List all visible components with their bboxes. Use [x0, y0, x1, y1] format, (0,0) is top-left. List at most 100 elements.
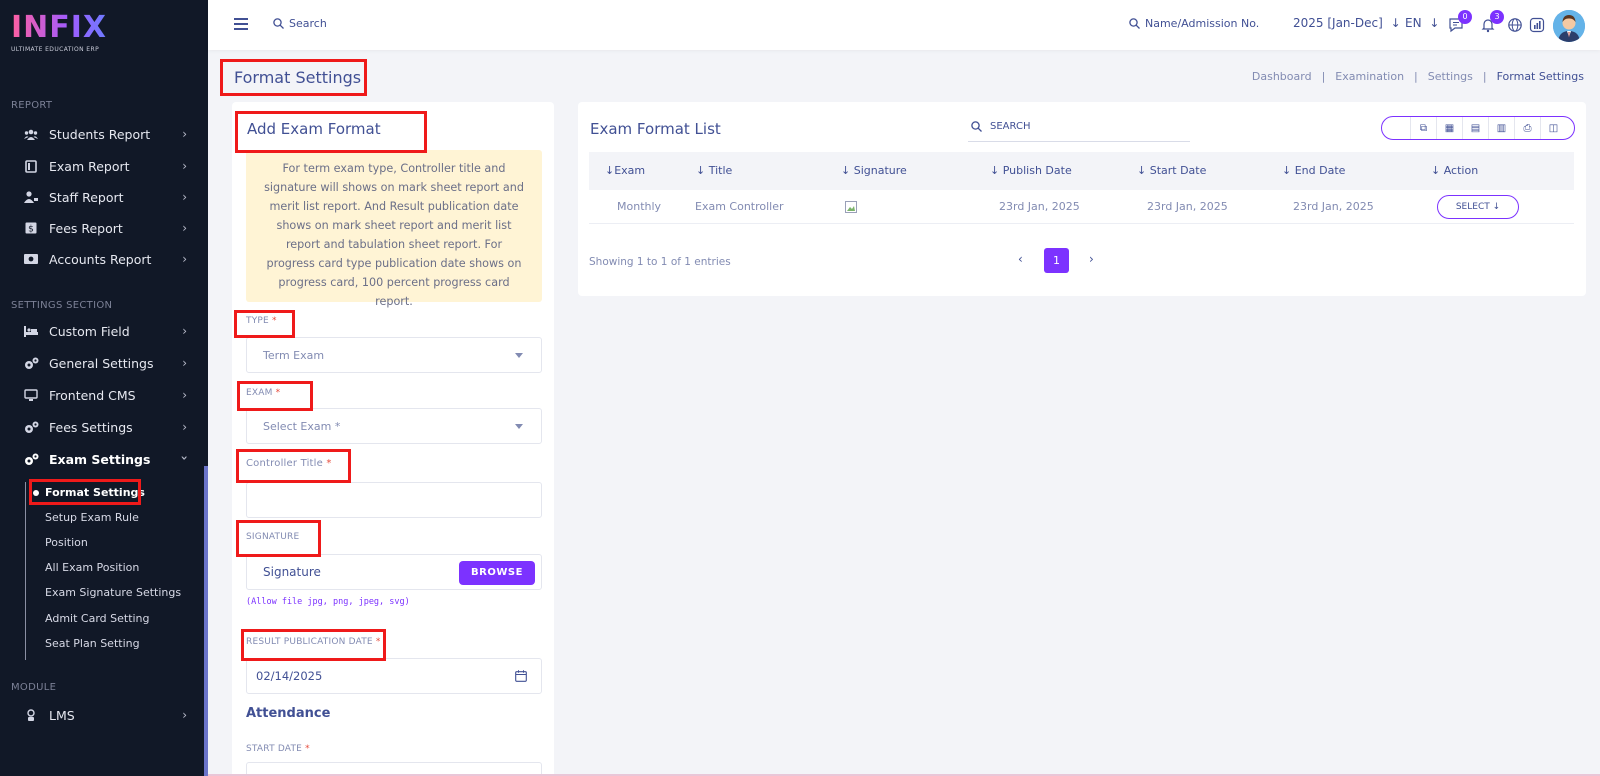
sidebar-subitem-exam-signature-settings[interactable]: Exam Signature Settings [45, 583, 181, 603]
sidebar-subitem-admit-card-setting[interactable]: Admit Card Setting [45, 609, 150, 629]
controller-title-input[interactable] [246, 482, 542, 518]
breadcrumb-settings[interactable]: Settings [1428, 70, 1473, 83]
select-action-label: SELECT [1455, 202, 1490, 212]
search-icon [273, 18, 284, 29]
sidebar-item-exam-settings[interactable]: Exam Settings › [0, 444, 204, 474]
browse-button[interactable]: BROWSE [459, 561, 535, 585]
sidebar-item-label: Exam Settings [49, 451, 151, 467]
chevron-right-icon: › [182, 159, 187, 173]
exam-select[interactable]: Select Exam * [246, 408, 542, 444]
annotation-box-exam [237, 381, 313, 411]
sidebar-subitem-all-exam-position[interactable]: All Exam Position [45, 558, 139, 578]
hamburger-menu-icon[interactable] [234, 18, 248, 33]
monitor-icon [23, 388, 39, 402]
signature-file-input[interactable]: Signature BROWSE [246, 554, 542, 590]
sidebar-item-students-report[interactable]: Students Report › [0, 119, 204, 149]
copy-icon[interactable]: ⧉ [1410, 117, 1436, 139]
sidebar-item-accounts-report[interactable]: Accounts Report › [0, 244, 204, 274]
sidebar-scrollbar[interactable] [204, 466, 208, 776]
table-row: Monthly Exam Controller 23rd Jan, 2025 2… [589, 190, 1574, 224]
column-header-action[interactable]: ↓ Action [1431, 164, 1478, 177]
sidebar-item-label: Frontend CMS [49, 387, 136, 403]
caret-down-icon [515, 424, 523, 429]
annotation-box-format-settings [29, 479, 141, 505]
sidebar-item-fees-report[interactable]: $ Fees Report › [0, 213, 204, 243]
cell-title: Exam Controller [695, 200, 784, 213]
section-title-report: REPORT [11, 100, 53, 111]
book-icon [23, 159, 39, 173]
column-header-publish-date[interactable]: ↓ Publish Date [990, 164, 1072, 177]
pagination-next-icon[interactable]: › [1089, 252, 1094, 266]
academic-year-label: 2025 [Jan-Dec] [1293, 16, 1383, 30]
sidebar-item-general-settings[interactable]: General Settings › [0, 348, 204, 378]
sidebar-item-custom-field[interactable]: Custom Field › [0, 316, 204, 346]
sidebar-item-exam-report[interactable]: Exam Report › [0, 151, 204, 181]
sidebar-item-label: General Settings [49, 355, 154, 371]
type-select[interactable]: Term Exam [246, 337, 542, 373]
chevron-down-icon: › [177, 455, 192, 461]
name-admission-search[interactable]: Name/Admission No. [1129, 17, 1259, 30]
columns-icon[interactable]: ◫ [1540, 117, 1566, 139]
pagination-prev-icon[interactable]: ‹ [1018, 252, 1023, 266]
language-select[interactable]: EN ↓ [1405, 16, 1439, 30]
result-publication-date-input[interactable]: 02/14/2025 [246, 658, 542, 694]
name-admission-label: Name/Admission No. [1145, 17, 1260, 30]
dollar-icon: $ [23, 221, 39, 235]
info-notice: For term exam type, Controller title and… [246, 150, 542, 308]
pdf-icon[interactable]: ▥ [1488, 117, 1514, 139]
topbar: Search Name/Admission No. 2025 [Jan-Dec]… [208, 0, 1600, 50]
sidebar-item-frontend-cms[interactable]: Frontend CMS › [0, 380, 204, 410]
csv-icon[interactable]: ▤ [1462, 117, 1488, 139]
logo[interactable]: INFIX ULTIMATE EDUCATION ERP [11, 12, 107, 54]
chevron-right-icon: › [182, 324, 187, 338]
arrow-down-icon: ↓ [1492, 202, 1501, 212]
avatar[interactable] [1553, 10, 1585, 42]
section-title-settings: SETTINGS SECTION [11, 300, 113, 311]
cogs-icon [23, 452, 39, 466]
top-search-label: Search [289, 17, 327, 30]
top-search[interactable]: Search [273, 17, 327, 30]
start-date-label-text: START DATE [246, 744, 303, 754]
breadcrumb-dashboard[interactable]: Dashboard [1252, 70, 1312, 83]
annotation-box-signature [236, 520, 321, 557]
sidebar-item-label: Custom Field [49, 323, 130, 339]
pagination-current-page[interactable]: 1 [1044, 248, 1069, 273]
sidebar-subitem-setup-exam-rule[interactable]: Setup Exam Rule [45, 508, 139, 528]
bell-icon[interactable]: 3 [1480, 10, 1504, 33]
chevron-right-icon: › [182, 356, 187, 370]
globe-icon[interactable] [1507, 17, 1523, 33]
add-exam-format-card: Add Exam Format For term exam type, Cont… [232, 102, 554, 776]
column-header-exam[interactable]: ↓Exam [605, 164, 645, 177]
language-label: EN [1405, 16, 1422, 30]
sidebar-item-lms[interactable]: LMS › [0, 700, 204, 730]
arrow-down-icon: ↓ [1390, 16, 1401, 30]
select-action-button[interactable]: SELECT ↓ [1437, 195, 1519, 219]
sidebar: INFIX ULTIMATE EDUCATION ERP REPORT Stud… [0, 0, 208, 776]
list-search-input[interactable]: SEARCH [968, 112, 1190, 142]
messages-badge: 0 [1458, 10, 1472, 24]
section-title-module: MODULE [11, 682, 57, 693]
sidebar-item-label: Fees Settings [49, 419, 133, 435]
messages-icon[interactable]: 0 [1448, 10, 1472, 33]
column-header-end-date[interactable]: ↓ End Date [1282, 164, 1345, 177]
print-icon[interactable]: ⎙ [1514, 117, 1540, 139]
academic-year-select[interactable]: 2025 [Jan-Dec] ↓ [1293, 16, 1401, 30]
money-icon [23, 252, 39, 266]
list-search-placeholder: SEARCH [990, 121, 1031, 132]
sidebar-subitem-seat-plan-setting[interactable]: Seat Plan Setting [45, 634, 140, 654]
start-date-label: START DATE * [246, 744, 310, 754]
column-header-start-date[interactable]: ↓ Start Date [1137, 164, 1206, 177]
sidebar-subitem-position[interactable]: Position [45, 533, 88, 553]
analytics-icon[interactable] [1529, 17, 1545, 33]
annotation-box-result-date [241, 629, 386, 661]
breadcrumb-examination[interactable]: Examination [1335, 70, 1404, 83]
excel-icon[interactable]: ▦ [1436, 117, 1462, 139]
annotation-box-type [234, 310, 295, 338]
required-mark: * [305, 744, 310, 754]
column-header-title[interactable]: ↓ Title [696, 164, 732, 177]
sidebar-item-staff-report[interactable]: Staff Report › [0, 182, 204, 212]
column-header-signature[interactable]: ↓ Signature [841, 164, 907, 177]
sidebar-item-fees-settings[interactable]: Fees Settings › [0, 412, 204, 442]
cell-start-date: 23rd Jan, 2025 [1147, 200, 1228, 213]
exam-select-value: Select Exam * [263, 419, 341, 433]
